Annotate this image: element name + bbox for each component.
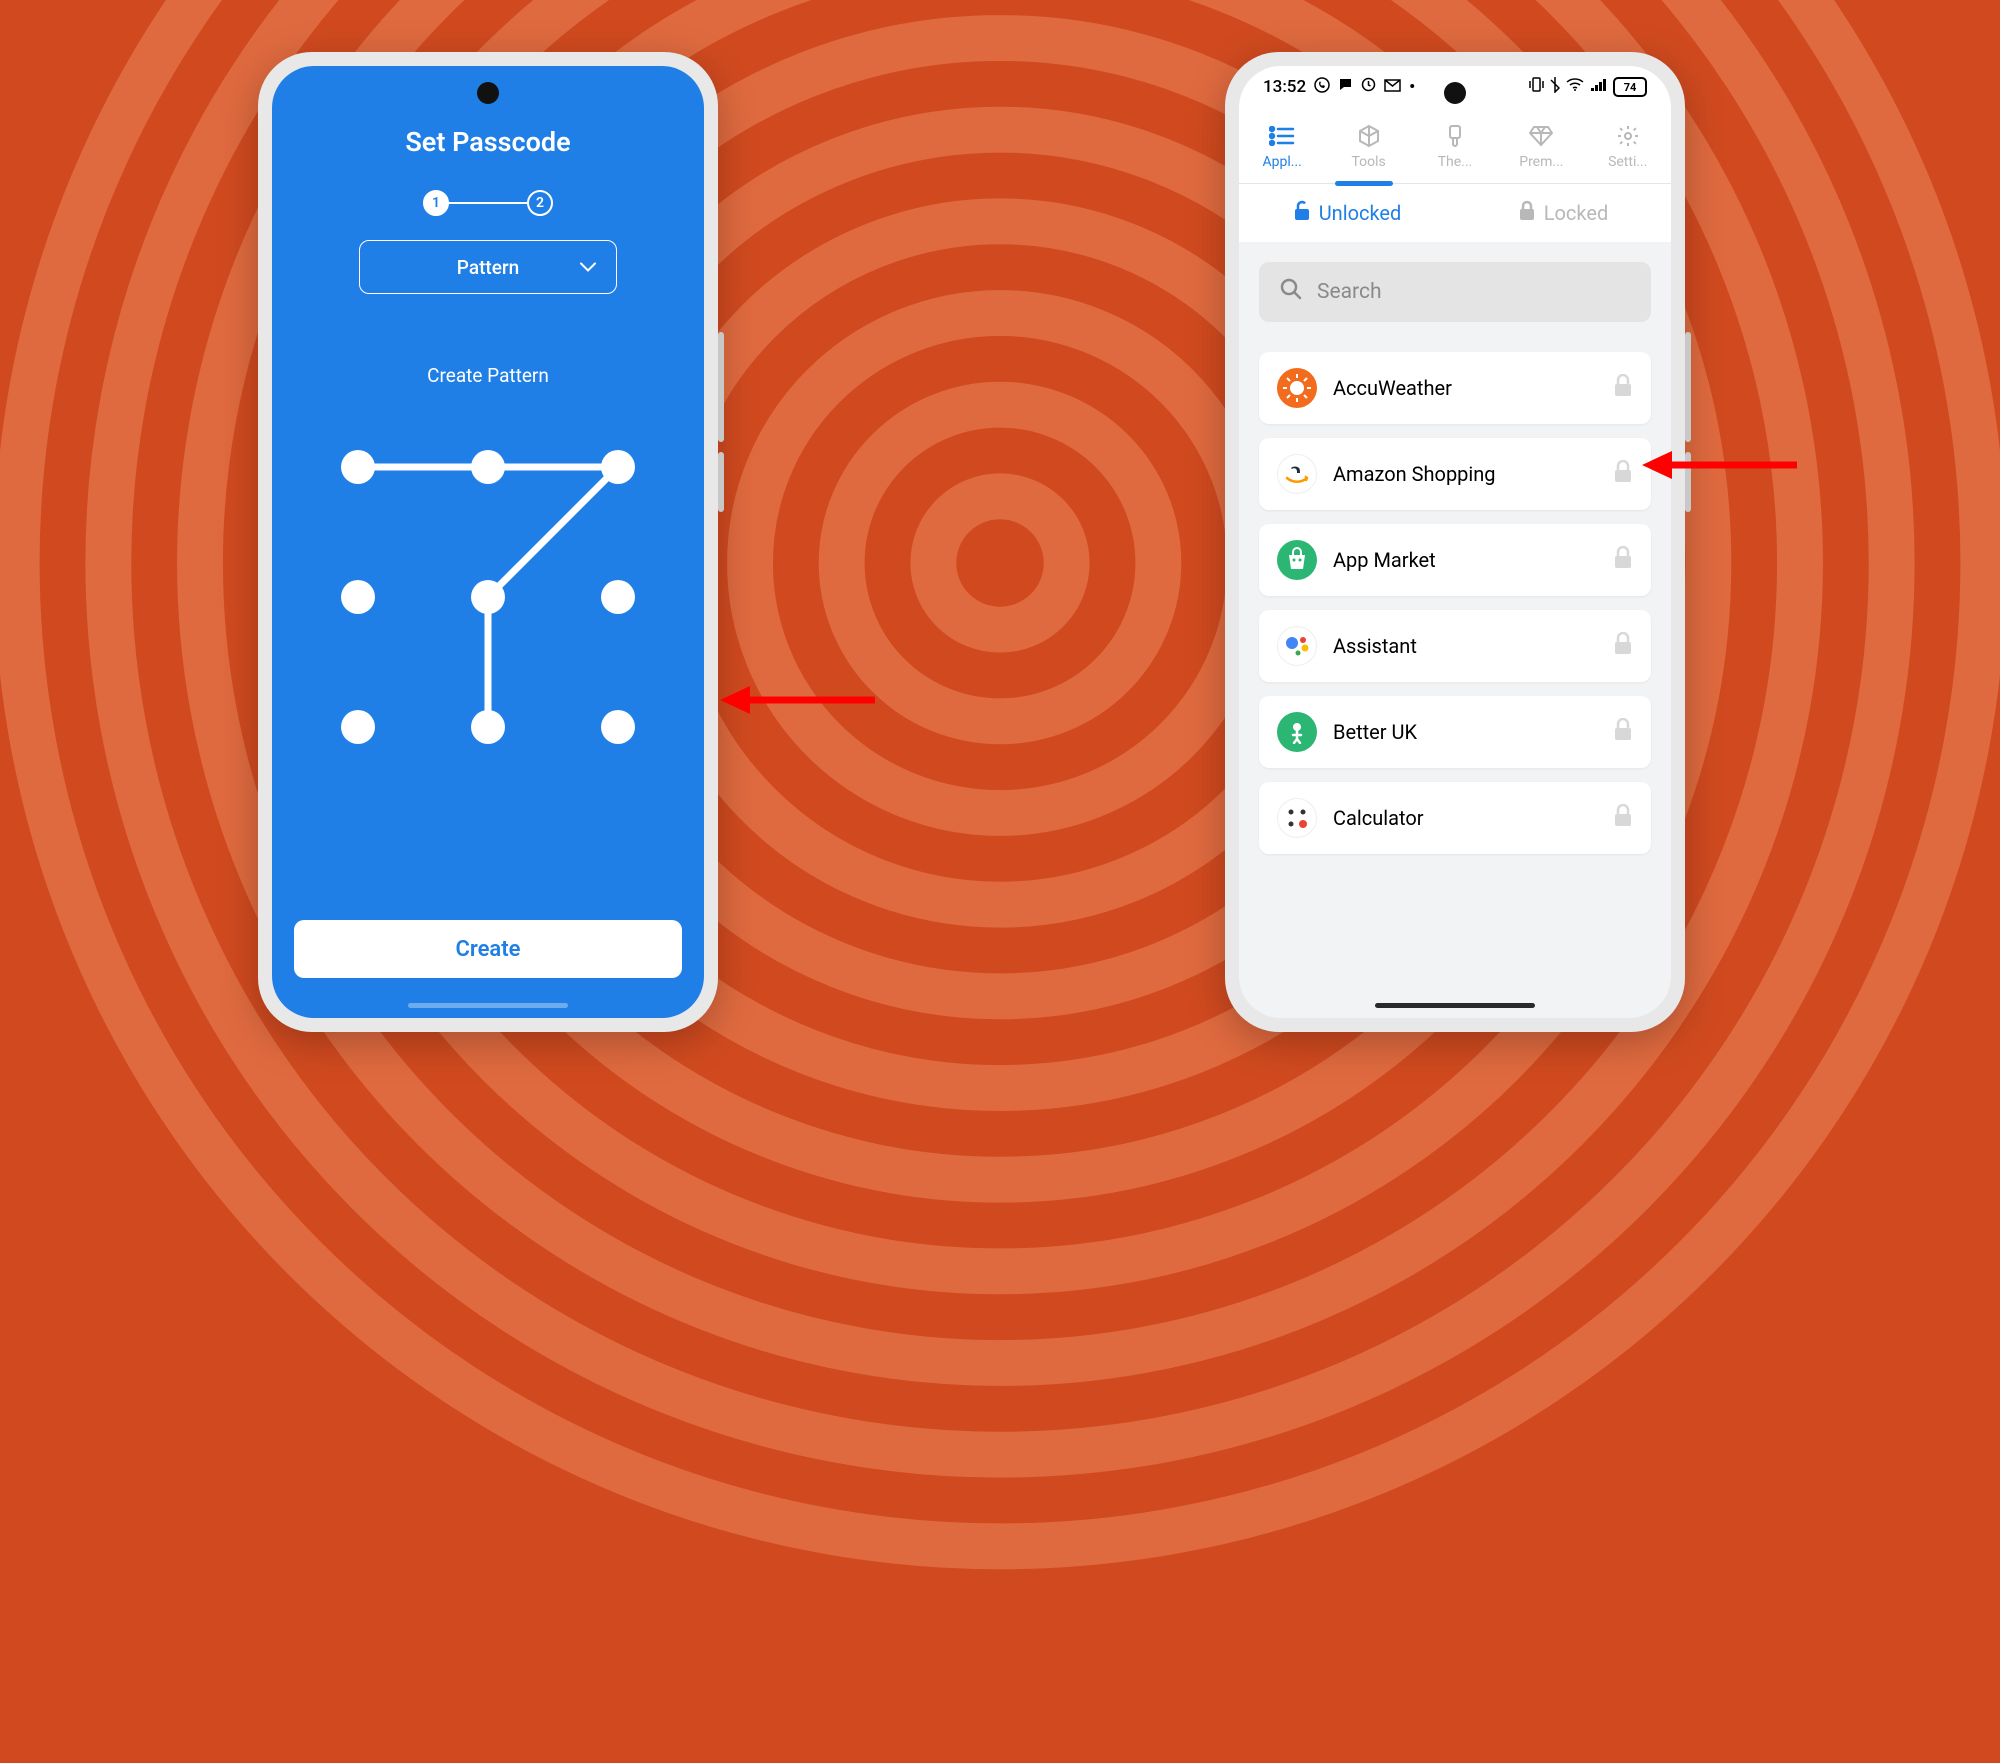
step-indicator: 1 2: [423, 190, 553, 216]
lock-toggle-icon[interactable]: [1613, 718, 1633, 746]
app-name: Assistant: [1333, 634, 1597, 658]
pattern-dot[interactable]: [341, 710, 375, 744]
pattern-dot[interactable]: [341, 580, 375, 614]
tab-label: Tools: [1351, 154, 1385, 170]
pattern-dot[interactable]: [471, 710, 505, 744]
app-list: AccuWeather Amazon Shopping App Market A…: [1259, 352, 1651, 854]
app-icon: [1277, 626, 1317, 666]
status-time: 13:52: [1263, 77, 1306, 97]
app-row-calculator[interactable]: Calculator: [1259, 782, 1651, 854]
whatsapp-icon: [1314, 77, 1330, 98]
app-name: AccuWeather: [1333, 376, 1597, 400]
tab-label: The...: [1438, 154, 1473, 170]
volume-button: [1685, 332, 1691, 442]
tab-applications[interactable]: Appl...: [1252, 122, 1312, 170]
app-icon: [1277, 540, 1317, 580]
app-row-accuweather[interactable]: AccuWeather: [1259, 352, 1651, 424]
page-title: Set Passcode: [405, 126, 570, 158]
search-input[interactable]: Search: [1259, 262, 1651, 322]
app-name: Better UK: [1333, 720, 1597, 744]
pattern-grid[interactable]: [328, 437, 648, 757]
power-button: [718, 452, 724, 512]
app-name: Calculator: [1333, 806, 1597, 830]
tab-unlocked[interactable]: Unlocked: [1239, 200, 1455, 226]
lock-toggle-icon[interactable]: [1613, 460, 1633, 488]
search-icon: [1279, 277, 1303, 307]
tab-settings[interactable]: Setti...: [1598, 122, 1658, 170]
chat-icon: [1338, 77, 1353, 97]
vibrate-icon: [1529, 76, 1544, 98]
unlock-icon: [1293, 200, 1311, 226]
instruction-text: Create Pattern: [427, 364, 549, 387]
gear-icon: [1614, 122, 1642, 150]
app-icon: [1277, 368, 1317, 408]
phone-left: Set Passcode 1 2 Pattern Create Pattern: [258, 52, 718, 1032]
pattern-dot[interactable]: [471, 450, 505, 484]
home-indicator[interactable]: [408, 1003, 568, 1008]
tab-label: Unlocked: [1319, 201, 1402, 225]
status-bar: 13:52 •: [1239, 66, 1671, 108]
more-icon: •: [1409, 77, 1415, 97]
step-2: 2: [527, 190, 553, 216]
tab-premium[interactable]: Prem...: [1511, 122, 1571, 170]
active-tab-indicator: [1335, 181, 1393, 186]
annotation-arrow-right: [1642, 445, 1802, 485]
pattern-dot[interactable]: [341, 450, 375, 484]
tab-tools[interactable]: Tools: [1339, 122, 1399, 170]
app-icon: [1277, 454, 1317, 494]
app-row-assistant[interactable]: Assistant: [1259, 610, 1651, 682]
lock-state-tabs: Unlocked Locked: [1239, 184, 1671, 242]
clock-icon: [1361, 77, 1376, 97]
step-connector: [449, 202, 527, 204]
signal-icon: [1590, 77, 1607, 97]
lock-toggle-icon[interactable]: [1613, 374, 1633, 402]
annotation-arrow-left: [720, 680, 880, 720]
create-button-label: Create: [456, 937, 521, 962]
pattern-dot[interactable]: [601, 450, 635, 484]
tab-label: Setti...: [1608, 154, 1647, 170]
brush-icon: [1441, 122, 1469, 150]
tab-label: Prem...: [1519, 154, 1563, 170]
search-placeholder: Search: [1317, 280, 1382, 304]
cube-icon: [1355, 122, 1383, 150]
create-button[interactable]: Create: [294, 920, 682, 978]
pattern-dot[interactable]: [471, 580, 505, 614]
tab-themes[interactable]: The...: [1425, 122, 1485, 170]
app-row-betteruk[interactable]: Better UK: [1259, 696, 1651, 768]
app-row-appmarket[interactable]: App Market: [1259, 524, 1651, 596]
home-indicator[interactable]: [1375, 1003, 1535, 1008]
tab-locked[interactable]: Locked: [1455, 200, 1671, 226]
app-name: Amazon Shopping: [1333, 462, 1597, 486]
wifi-icon: [1566, 77, 1584, 97]
app-name: App Market: [1333, 548, 1597, 572]
tab-label: Locked: [1544, 201, 1608, 225]
gmail-icon: [1384, 77, 1401, 97]
passcode-type-dropdown[interactable]: Pattern: [359, 240, 617, 294]
step-1: 1: [423, 190, 449, 216]
lock-icon: [1518, 200, 1536, 226]
diamond-icon: [1527, 122, 1555, 150]
dropdown-label: Pattern: [457, 256, 519, 279]
lock-toggle-icon[interactable]: [1613, 632, 1633, 660]
list-icon: [1268, 122, 1296, 150]
app-icon: [1277, 798, 1317, 838]
top-nav-tabs: Appl... Tools The... Prem... Setti...: [1239, 108, 1671, 184]
battery-indicator: 74: [1613, 77, 1647, 97]
lock-toggle-icon[interactable]: [1613, 804, 1633, 832]
lock-toggle-icon[interactable]: [1613, 546, 1633, 574]
pattern-dot[interactable]: [601, 580, 635, 614]
app-row-amazon[interactable]: Amazon Shopping: [1259, 438, 1651, 510]
app-icon: [1277, 712, 1317, 752]
phone-right: 13:52 •: [1225, 52, 1685, 1032]
chevron-down-icon: [580, 258, 596, 277]
pattern-dot[interactable]: [601, 710, 635, 744]
bluetooth-icon: [1550, 76, 1560, 98]
volume-button: [718, 332, 724, 442]
tab-label: Appl...: [1263, 154, 1302, 170]
